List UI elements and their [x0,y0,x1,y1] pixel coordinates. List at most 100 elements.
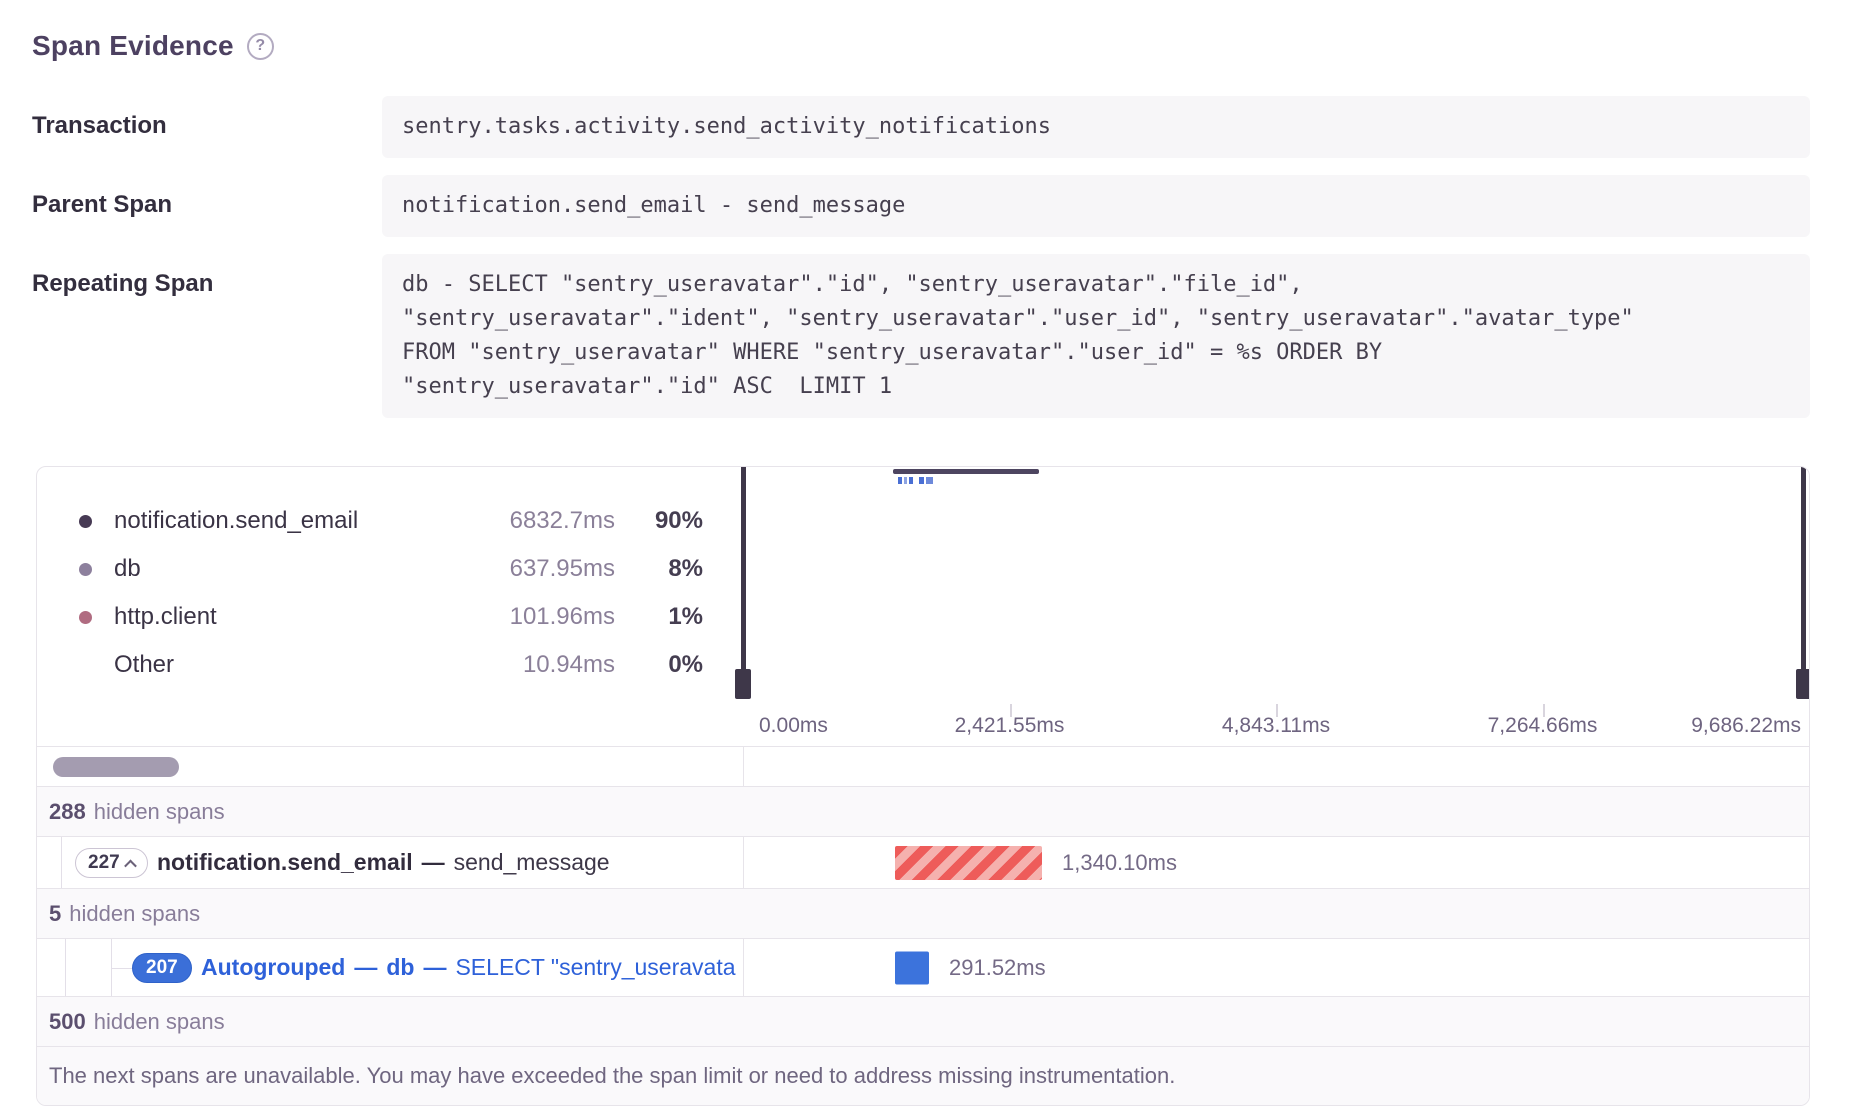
span-count: 227 [88,852,120,874]
span-row[interactable]: 227 notification.send_email — send_message… [37,837,1809,889]
minimap[interactable] [743,467,1809,704]
legend-dot-icon [79,563,92,576]
hidden-spans-label: hidden spans [94,799,225,825]
evidence-list: Transaction sentry.tasks.activity.send_a… [32,96,1810,418]
repeating-span-row: Repeating Span db - SELECT "sentry_usera… [32,254,1810,418]
parent-span-value: notification.send_email - send_message [382,175,1810,237]
legend-duration: 637.95ms [465,555,615,583]
minimap-span-bar [893,469,1039,474]
legend-item: notification.send_email 6832.7ms 90% [79,497,703,545]
autogroup-duration-bar [895,951,929,984]
span-duration-bar [895,846,1042,880]
footer-message: The next spans are unavailable. You may … [49,1063,1175,1089]
hidden-spans-text: 500 hidden spans [49,997,225,1046]
legend-item: http.client 101.96ms 1% [79,593,703,641]
autogroup-row[interactable]: 207 Autogrouped — db — SELECT "sentry_userav… [37,939,1809,997]
hidden-spans-label: hidden spans [69,901,200,927]
minimap-db-tick [926,477,933,484]
legend-percent: 90% [615,507,703,535]
autogroup-description: SELECT "sentry_useravata [455,954,735,980]
span-tree-panel: notification.send_email 6832.7ms 90% db … [36,466,1810,1106]
autogroup-duration-cell: 291.52ms [743,939,1809,996]
hidden-spans-count: 5 [49,901,61,927]
span-count-badge[interactable]: 227 [75,848,148,878]
scrollbar-row-right [743,747,1809,786]
legend-item: db 637.95ms 8% [79,545,703,593]
legend-duration: 10.94ms [465,651,615,679]
axis-label: 4,843.11ms [1222,714,1330,738]
span-op: notification.send_email [157,849,413,875]
hidden-spans-text: 288 hidden spans [49,787,225,836]
axis-label: 7,264.66ms [1488,714,1598,738]
minimap-db-tick [919,477,924,484]
axis-label: 0.00ms [759,714,828,738]
legend-item: Other 10.94ms 0% [79,641,703,689]
span-title: notification.send_email — send_message [157,849,610,876]
legend-dot-icon [79,659,92,672]
op-legend: notification.send_email 6832.7ms 90% db … [37,467,743,704]
axis-label: 2,421.55ms [955,714,1065,738]
autogroup-op: db [386,954,414,980]
span-row-duration-cell: 1,340.10ms [743,837,1809,888]
legend-duration: 6832.7ms [465,507,615,535]
minimap-db-tick [904,477,907,484]
hidden-spans-count: 500 [49,1009,86,1035]
span-row-details: 227 notification.send_email — send_message [37,837,743,888]
legend-dot-icon [79,515,92,528]
autogroup-prefix: Autogrouped [201,954,345,980]
autogroup-duration-label: 291.52ms [949,955,1046,981]
span-separator: — [422,849,445,875]
span-evidence-page: Span Evidence ? Transaction sentry.tasks… [0,0,1852,1116]
parent-span-row: Parent Span notification.send_email - se… [32,175,1810,237]
hidden-spans-row: 5 hidden spans [37,889,1809,939]
time-axis: 0.00ms 2,421.55ms 4,843.11ms 7,264.66ms … [37,704,1809,747]
section-header: Span Evidence ? [32,30,1852,62]
legend-op: http.client [114,603,465,631]
tree-header: notification.send_email 6832.7ms 90% db … [37,467,1809,704]
transaction-label: Transaction [32,96,382,140]
time-axis-labels: 0.00ms 2,421.55ms 4,843.11ms 7,264.66ms … [743,704,1809,746]
minimap-handle-left[interactable] [741,467,746,669]
autogroup-separator: — [423,954,446,980]
minimap-db-tick [909,477,913,484]
chevron-up-icon [124,859,137,872]
autogroup-separator: — [354,954,377,980]
repeating-span-label: Repeating Span [32,254,382,298]
span-description: send_message [454,849,610,875]
minimap-db-tick [898,477,902,484]
footer-message-row: The next spans are unavailable. You may … [37,1047,1809,1105]
scrollbar-track [37,747,743,786]
autogroup-count-badge[interactable]: 207 [132,953,192,983]
span-duration-label: 1,340.10ms [1062,850,1177,876]
hidden-spans-row: 288 hidden spans [37,787,1809,837]
axis-label: 9,686.22ms [1691,714,1801,738]
tree-guide-line [61,837,62,888]
autogroup-title: Autogrouped — db — SELECT "sentry_useravata [201,954,737,981]
scrollbar-thumb[interactable] [53,757,179,777]
repeating-span-value: db - SELECT "sentry_useravatar"."id", "s… [382,254,1810,418]
scrollbar-row [37,747,1809,787]
legend-duration: 101.96ms [465,603,615,631]
legend-percent: 1% [615,603,703,631]
page-title: Span Evidence [32,30,234,62]
parent-span-label: Parent Span [32,175,382,219]
minimap-handle-right-grip[interactable] [1796,669,1810,699]
tree-guide-connector [111,968,133,969]
hidden-spans-text: 5 hidden spans [49,889,200,938]
legend-dot-icon [79,611,92,624]
legend-op: notification.send_email [114,507,465,535]
legend-percent: 8% [615,555,703,583]
hidden-spans-row: 500 hidden spans [37,997,1809,1047]
hidden-spans-label: hidden spans [94,1009,225,1035]
tree-guide-line [65,939,66,996]
help-icon[interactable]: ? [247,33,274,60]
legend-op: db [114,555,465,583]
transaction-value: sentry.tasks.activity.send_activity_noti… [382,96,1810,158]
autogroup-row-details: 207 Autogrouped — db — SELECT "sentry_userav… [37,939,743,996]
transaction-row: Transaction sentry.tasks.activity.send_a… [32,96,1810,158]
legend-percent: 0% [615,651,703,679]
minimap-handle-left-grip[interactable] [735,669,751,699]
legend-op: Other [114,651,465,679]
minimap-handle-right[interactable] [1801,467,1806,669]
hidden-spans-count: 288 [49,799,86,825]
